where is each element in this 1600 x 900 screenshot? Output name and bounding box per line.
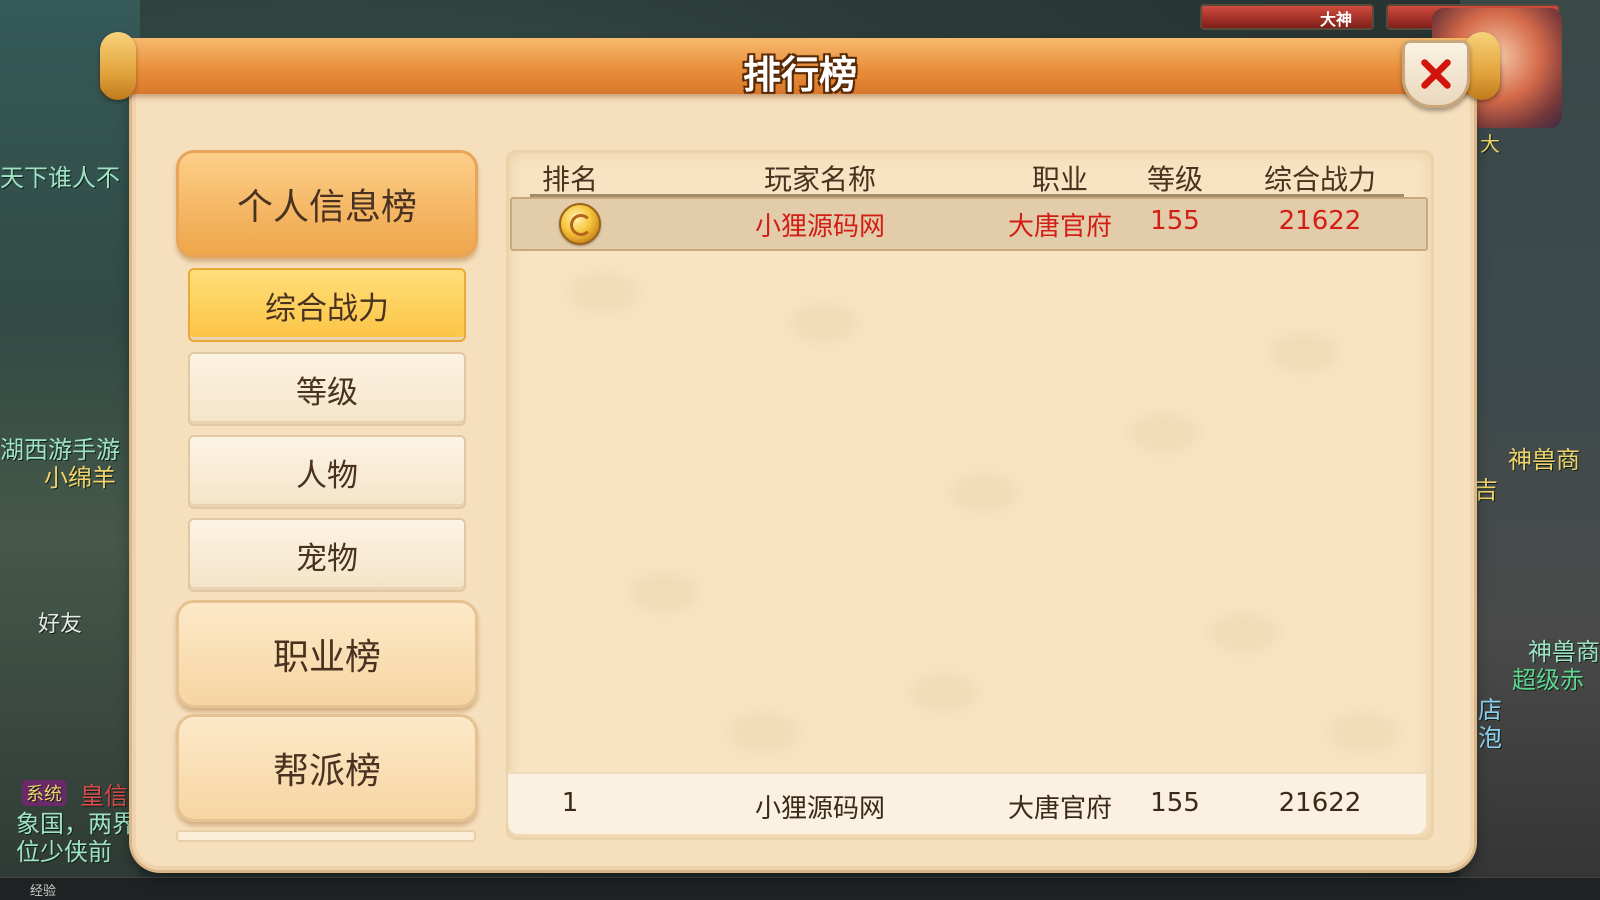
- chat-text: 泡: [1478, 724, 1502, 752]
- chat-text: 天下谁人不: [0, 164, 120, 192]
- npc-name-text: 小绵羊: [44, 464, 116, 492]
- npc-name-text: 神兽商: [1508, 446, 1580, 474]
- npc-name-text: 超级赤: [1512, 666, 1584, 694]
- row-level: 155: [1150, 206, 1200, 236]
- my-profession: 大唐官府: [1007, 794, 1112, 824]
- tab-guild[interactable]: 帮派榜: [176, 714, 478, 822]
- tab-profession[interactable]: 职业榜: [176, 600, 478, 708]
- system-tag: 系统: [22, 780, 66, 806]
- friends-label[interactable]: 好友: [38, 606, 82, 638]
- menu-next-item[interactable]: [176, 830, 476, 842]
- exp-bar: 经验: [0, 877, 1600, 900]
- header-profession[interactable]: 职业: [1000, 158, 1120, 198]
- header-combat-power[interactable]: 综合战力: [1240, 158, 1400, 198]
- chat-text: 位少侠前: [16, 838, 112, 866]
- subtab-level[interactable]: 等级: [188, 352, 466, 426]
- my-player-name: 小狸源码网: [754, 794, 885, 824]
- my-combat-power: 21622: [1278, 788, 1362, 818]
- team-hp-bar: 大神: [1200, 4, 1374, 30]
- page-title: 排行榜: [742, 53, 857, 97]
- row-profession: 大唐官府: [1007, 212, 1112, 242]
- npc-name-text: 吉: [1474, 476, 1498, 504]
- close-button[interactable]: [1402, 40, 1470, 108]
- subtab-combat-power[interactable]: 综合战力: [188, 268, 466, 342]
- my-level: 155: [1150, 788, 1200, 818]
- subtab-pet[interactable]: 宠物: [188, 518, 466, 592]
- close-icon: [1421, 59, 1451, 89]
- subtab-character[interactable]: 人物: [188, 435, 466, 509]
- tab-personal-info[interactable]: 个人信息榜: [176, 150, 478, 258]
- ranking-table: [506, 150, 1434, 840]
- row-player-name: 小狸源码网: [754, 212, 885, 242]
- role-label: 大: [1480, 132, 1500, 156]
- header-level[interactable]: 等级: [1120, 158, 1230, 198]
- header-player-name[interactable]: 玩家名称: [710, 158, 930, 198]
- table-header: 排名 玩家名称 职业 等级 综合战力: [530, 150, 1404, 197]
- rank-medal-icon: [559, 203, 601, 245]
- header-rank[interactable]: 排名: [530, 158, 610, 198]
- my-rank: 1: [561, 788, 579, 818]
- row-combat-power: 21622: [1278, 206, 1362, 236]
